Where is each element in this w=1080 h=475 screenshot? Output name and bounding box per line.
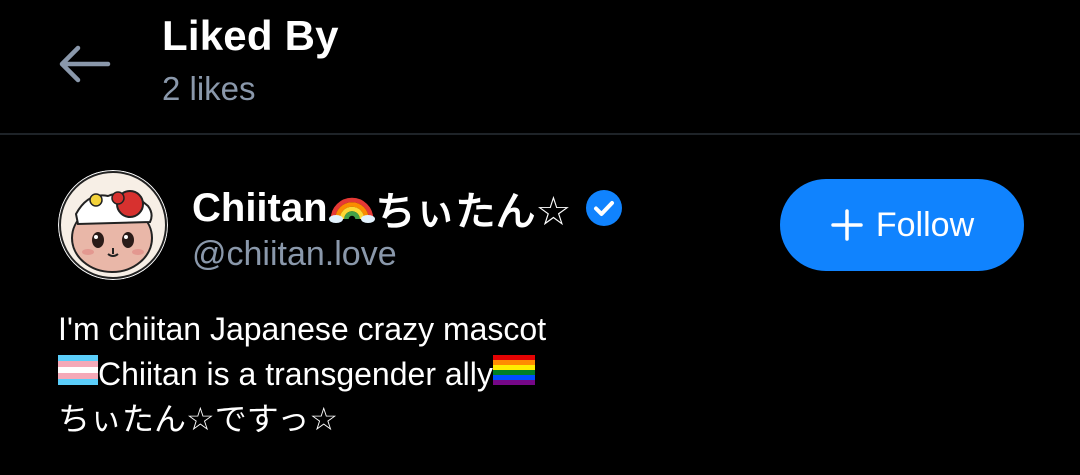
display-name-prefix: Chiitan [192, 185, 328, 230]
follow-button-label: Follow [875, 205, 975, 244]
arrow-left-icon [59, 45, 111, 83]
bio-line-2: Chiitan is a transgender ally [58, 352, 546, 397]
bio-line-2-text: Chiitan is a transgender ally [98, 356, 493, 392]
user-bio: I'm chiitan Japanese crazy mascot Chiita… [58, 307, 546, 442]
bio-line-3: ちぃたん☆ですっ☆ [58, 401, 339, 437]
verified-badge-icon [585, 189, 623, 227]
user-list-item[interactable]: Chiitan ちぃたん☆ @chiitan.love Follow I'm c… [0, 135, 1080, 475]
display-name[interactable]: Chiitan ちぃたん☆ [192, 179, 623, 237]
display-name-suffix: ちぃたん☆ [375, 190, 572, 234]
page-title: Liked By [162, 12, 339, 59]
likes-count: 2 likes [162, 70, 256, 107]
rainbow-icon [328, 183, 375, 233]
header-bar: Liked By 2 likes [0, 0, 1080, 135]
rainbow-flag-icon [492, 352, 535, 397]
back-button[interactable] [52, 38, 116, 90]
follow-button[interactable]: Follow [780, 179, 1024, 271]
user-handle[interactable]: @chiitan.love [192, 235, 397, 274]
bio-line-1: I'm chiitan Japanese crazy mascot [58, 311, 547, 347]
avatar[interactable] [58, 170, 168, 280]
plus-icon [831, 209, 863, 241]
transgender-flag-icon [58, 352, 98, 397]
